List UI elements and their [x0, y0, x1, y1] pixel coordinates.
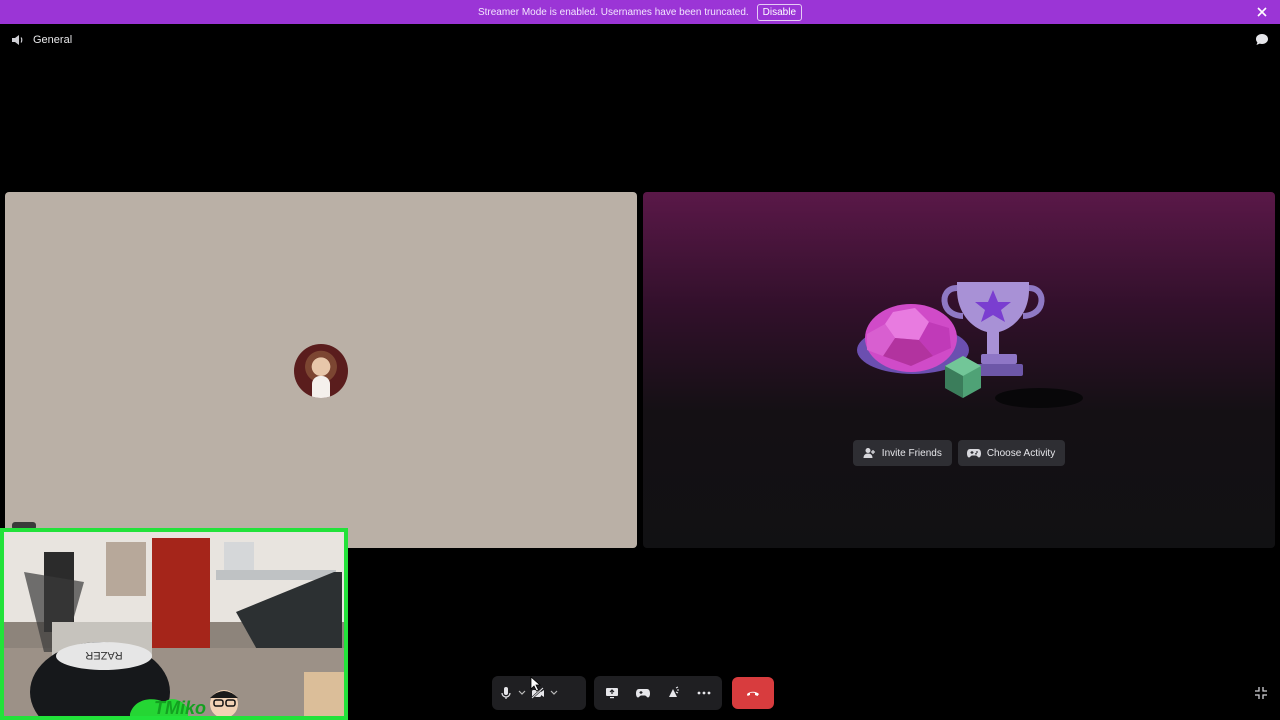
screen-share-icon[interactable]: [604, 685, 620, 701]
participant-avatar: [294, 344, 348, 398]
activity-tile: Invite Friends Choose Activity: [643, 192, 1275, 548]
close-icon[interactable]: [1254, 4, 1270, 20]
streamer-mode-message: Streamer Mode is enabled. Usernames have…: [477, 6, 749, 18]
streamer-mode-banner: Streamer Mode is enabled. Usernames have…: [0, 0, 1280, 24]
channel-name: General: [33, 34, 73, 46]
self-camera-view[interactable]: RAZER TMiko: [0, 528, 348, 720]
call-actions: [594, 676, 722, 710]
mouse-cursor-icon: [530, 676, 542, 692]
exit-fullscreen-icon[interactable]: [1254, 686, 1270, 702]
overlay-logo-text: TMiko: [154, 698, 206, 716]
microphone-icon[interactable]: [498, 685, 514, 701]
trophy-illustration: [857, 282, 1083, 408]
speaker-icon: [10, 32, 26, 48]
add-friend-icon: [861, 445, 877, 461]
chevron-down-icon[interactable]: [518, 685, 526, 701]
invite-friends-label: Invite Friends: [881, 447, 942, 459]
choose-activity-button[interactable]: Choose Activity: [957, 440, 1066, 466]
participant-tile[interactable]: [5, 192, 637, 548]
activity-icon[interactable]: [635, 685, 651, 701]
headband-text: RAZER: [85, 649, 122, 661]
chat-bubble-icon[interactable]: [1254, 32, 1270, 48]
hang-up-icon: [745, 685, 761, 701]
invite-friends-button[interactable]: Invite Friends: [852, 440, 952, 466]
more-icon[interactable]: [696, 685, 712, 701]
soundboard-icon[interactable]: [665, 685, 681, 701]
gamepad-icon: [966, 445, 982, 461]
voice-channel-header: General: [10, 32, 72, 48]
choose-activity-label: Choose Activity: [986, 447, 1056, 459]
camera-feed: RAZER TMiko: [4, 532, 344, 716]
disconnect-button[interactable]: [732, 677, 774, 709]
disable-streamer-mode-button[interactable]: Disable: [756, 3, 803, 21]
chevron-down-icon[interactable]: [550, 685, 558, 701]
